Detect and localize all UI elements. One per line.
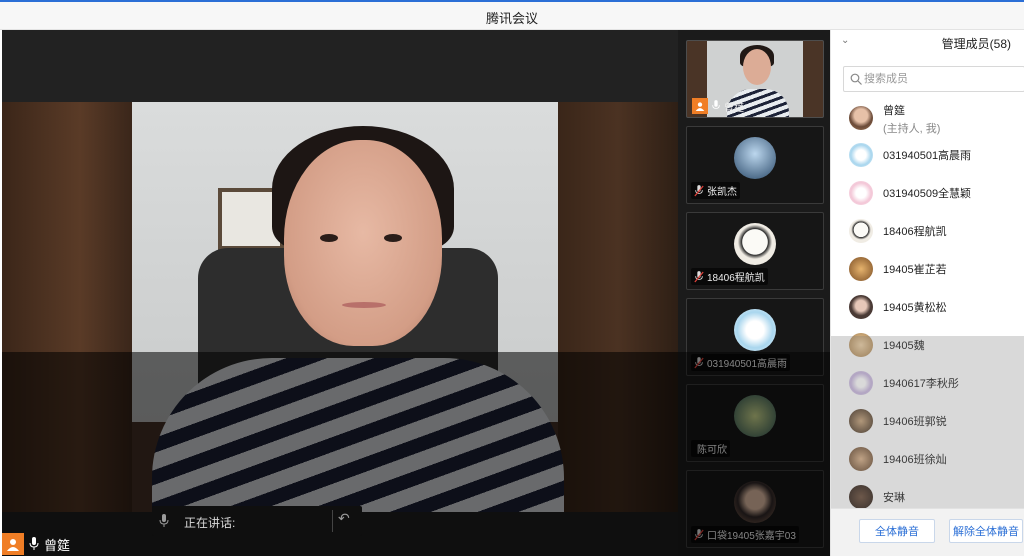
avatar [734,481,776,523]
member-row[interactable]: 1940617李秋彤 [831,364,1024,402]
member-name: 18406程航凯 [883,226,947,238]
mute-all-button[interactable]: 全体静音 [859,519,935,543]
participant-tile[interactable]: 18406程航凯 [686,212,824,290]
search-icon [850,73,862,85]
member-row[interactable]: 曾筵 (主持人, 我) [831,98,1024,138]
host-icon [2,533,24,555]
avatar [734,309,776,351]
member-name: 安琳 [883,492,905,504]
return-icon[interactable]: ↶ [338,510,350,527]
avatar [849,485,873,509]
member-name: 1940617李秋彤 [883,378,959,390]
member-row[interactable]: 031940509全慧颖 [831,174,1024,212]
speaking-indicator: 正在讲话: ↶ [152,506,362,536]
avatar [849,257,873,281]
member-name: 19406班郭锐 [883,416,947,428]
member-panel: ⌄ 管理成员(58) 曾筵 (主持人, 我) 031940501高晨雨 0319… [830,30,1024,556]
avatar [849,371,873,395]
member-row[interactable]: 19405黄松松 [831,288,1024,326]
member-name: 031940501高晨雨 [883,150,972,162]
main-speaker-name: 曾筵 [44,537,71,553]
avatar [849,333,873,357]
avatar [849,106,873,130]
avatar [734,223,776,265]
mic-icon [29,537,39,550]
member-search[interactable] [843,66,1024,92]
participant-tile[interactable]: 031940501高晨雨 [686,298,824,376]
participant-strip: 曾筵 张凯杰 18406程航凯 031940501高晨雨 陈可欣 口袋19405… [678,30,830,556]
avatar [849,295,873,319]
panel-header: ⌄ 管理成员(58) [831,30,1024,54]
meeting-window: 腾讯会议 正在讲话: ↶ 曾筵 曾筵 张凯杰 18406程航凯 03194050… [0,0,1024,556]
search-input[interactable] [864,70,1014,88]
muted-mic-icon [694,184,704,196]
member-name: 19405崔芷若 [883,264,947,276]
member-role: (主持人, 我) [883,123,941,135]
member-name: 曾筵 [883,105,905,117]
speaking-label: 正在讲话: [184,516,236,530]
host-icon [692,98,708,114]
muted-mic-icon [694,356,704,368]
avatar [849,143,873,167]
member-row[interactable]: 19405崔芷若 [831,250,1024,288]
participant-tile[interactable]: 口袋19405张嘉宇03 [686,470,824,548]
member-row[interactable]: 031940501高晨雨 [831,136,1024,174]
member-row[interactable]: 19406班徐灿 [831,440,1024,478]
member-row[interactable]: 19405魏 [831,326,1024,364]
participant-name: 口袋19405张嘉宇03 [707,531,796,542]
member-name: 19406班徐灿 [883,454,947,466]
panel-title: 管理成员(58) [941,37,1011,51]
avatar [849,181,873,205]
member-row[interactable]: 18406程航凯 [831,212,1024,250]
chevron-down-icon[interactable]: ⌄ [841,35,849,46]
mic-icon [159,514,169,527]
avatar [849,219,873,243]
unmute-all-button[interactable]: 解除全体静音 [949,519,1023,543]
avatar [849,447,873,471]
participant-name: 031940501高晨雨 [707,359,788,370]
participant-name: 陈可欣 [697,445,727,456]
participant-tile-self[interactable]: 曾筵 [686,40,824,118]
window-title: 腾讯会议 [485,11,538,26]
member-name: 19405黄松松 [883,302,947,314]
avatar [734,137,776,179]
title-bar: 腾讯会议 [0,0,1024,30]
main-speaker-name-tag: 曾筵 [2,532,70,556]
participant-name: 18406程航凯 [707,273,765,284]
member-name: 19405魏 [883,340,925,352]
participant-tile[interactable]: 陈可欣 [686,384,824,462]
panel-footer: 全体静音 解除全体静音 [831,508,1024,556]
main-video[interactable]: 正在讲话: ↶ 曾筵 [2,30,678,556]
avatar [734,395,776,437]
participant-tile[interactable]: 张凯杰 [686,126,824,204]
participant-name: 曾筵 [724,102,744,114]
muted-mic-icon [694,528,704,540]
member-row[interactable]: 19406班郭锐 [831,402,1024,440]
mic-icon [712,100,720,109]
member-name: 031940509全慧颖 [883,188,972,200]
participant-name: 张凯杰 [707,187,737,198]
muted-mic-icon [694,270,704,282]
avatar [849,409,873,433]
